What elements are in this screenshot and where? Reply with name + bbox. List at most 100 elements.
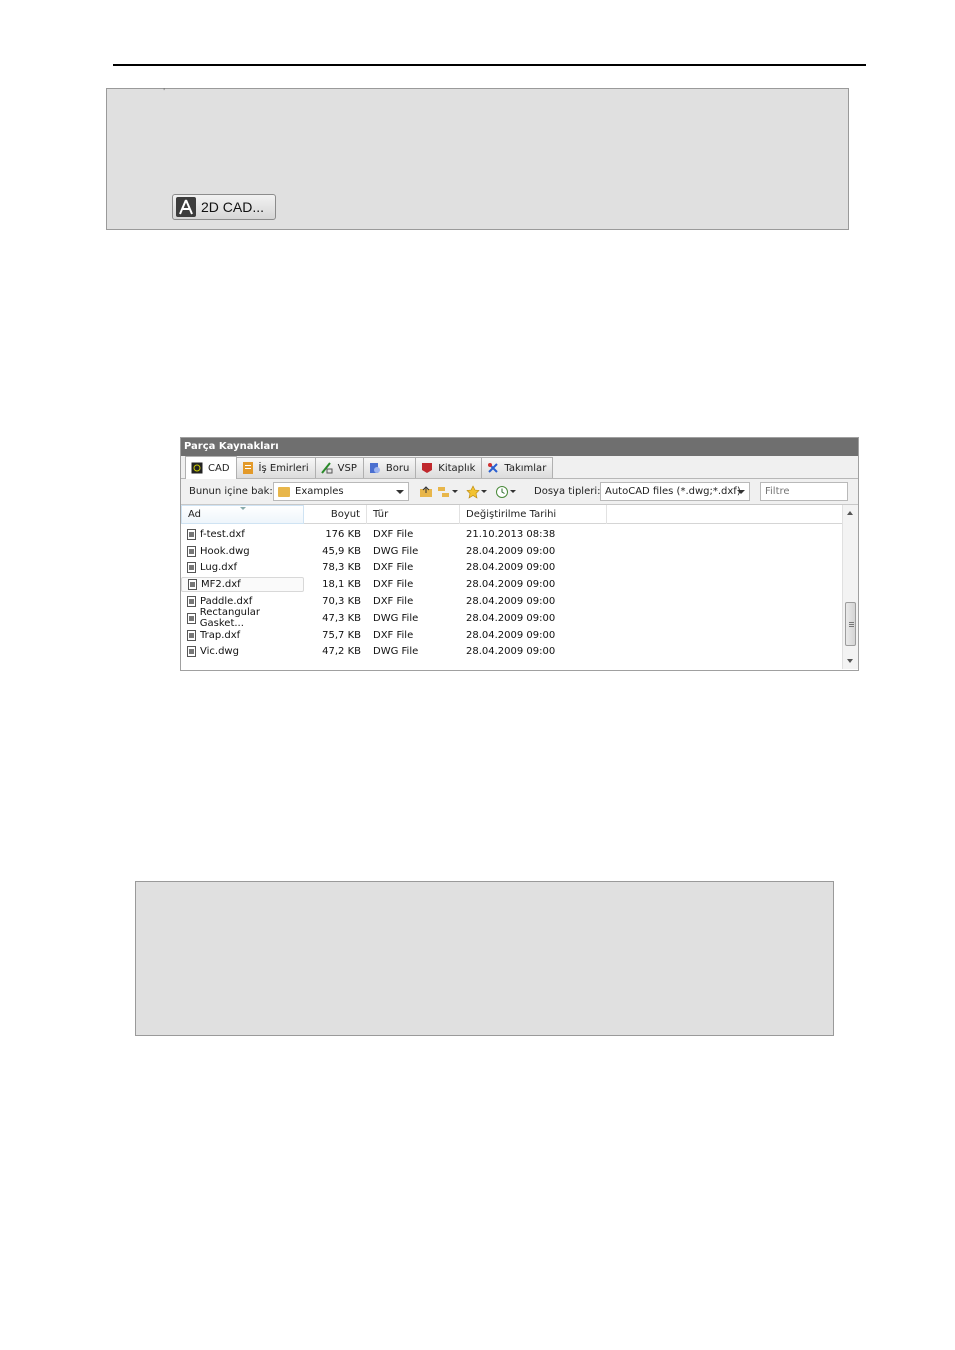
part-sources-panel: Parça Kaynakları CAD İş Emirleri VSP Bor… (180, 437, 859, 671)
file-icon (187, 545, 196, 557)
chevron-down-icon[interactable] (452, 490, 458, 493)
column-header-date[interactable]: Değiştirilme Tarihi (460, 505, 607, 524)
file-type: DWG File (373, 612, 419, 624)
2d-cad-button-label: 2D CAD... (201, 199, 265, 215)
table-row[interactable]: Lug.dxf 78,3 KB DXF File 28.04.2009 09:0… (181, 560, 842, 577)
table-row[interactable]: MF2.dxf 18,1 KB DXF File 28.04.2009 09:0… (181, 576, 842, 593)
file-size: 47,2 KB (322, 646, 361, 658)
tab-cad[interactable]: CAD (185, 456, 237, 479)
file-type: DXF File (373, 528, 414, 540)
file-size: 70,3 KB (322, 596, 361, 608)
tab-label: Boru (385, 462, 410, 474)
chevron-down-icon (396, 490, 404, 494)
tab-label: CAD (208, 462, 230, 474)
history-clock-icon[interactable] (495, 485, 509, 499)
column-header-type[interactable]: Tür (367, 505, 460, 524)
file-type: DXF File (373, 629, 414, 641)
vertical-scrollbar[interactable] (842, 505, 858, 669)
look-in-label: Bunun içine bak: (189, 486, 273, 497)
file-name: Paddle.dxf (200, 596, 253, 608)
file-size: 18,1 KB (322, 579, 361, 591)
file-icon (187, 612, 196, 624)
screenshot-frame-top: ' 2D CAD... (106, 87, 849, 230)
file-size: 176 KB (325, 528, 361, 540)
header-rule (113, 64, 866, 66)
file-types-combo[interactable]: AutoCAD files (*.dwg;*.dxf) (600, 482, 750, 501)
tools-icon (487, 462, 499, 474)
favorites-star-icon[interactable] (466, 484, 480, 499)
tab-tools[interactable]: Takımlar (481, 457, 554, 478)
file-size: 47,3 KB (322, 612, 361, 624)
2d-cad-button[interactable]: 2D CAD... (172, 194, 276, 220)
chevron-down-icon[interactable] (510, 490, 516, 493)
file-name: Trap.dxf (200, 629, 241, 641)
tab-vsp[interactable]: VSP (314, 457, 364, 478)
view-menu-icon[interactable] (437, 485, 451, 499)
file-name: Lug.dxf (200, 562, 238, 574)
file-icon (187, 562, 196, 574)
folder-up-icon[interactable] (419, 485, 433, 499)
grip-icon (849, 622, 854, 623)
scroll-thumb[interactable] (845, 602, 856, 646)
tab-pipe[interactable]: Boru (362, 457, 417, 478)
file-icon (187, 646, 196, 658)
library-icon (421, 462, 433, 474)
file-size: 75,7 KB (322, 629, 361, 641)
file-name: MF2.dxf (201, 579, 241, 591)
file-size: 78,3 KB (322, 562, 361, 574)
tab-library[interactable]: Kitaplık (415, 457, 483, 478)
look-in-combo[interactable]: Examples (273, 482, 409, 501)
file-name: Rectangular Gasket... (199, 607, 261, 630)
chevron-down-icon[interactable] (481, 490, 487, 493)
tab-label: İş Emirleri (258, 462, 309, 474)
file-rows: f-test.dxf 176 KB DXF File 21.10.2013 08… (181, 526, 842, 660)
toolbar: Bunun içine bak: Examples Dosya tipleri:… (181, 479, 858, 505)
file-name: Hook.dwg (200, 545, 250, 557)
file-type: DWG File (373, 646, 419, 658)
list-header: Ad Boyut Tür Değiştirilme Tarihi (181, 505, 858, 524)
file-icon (188, 579, 197, 591)
file-icon (187, 629, 196, 641)
file-types-label: Dosya tipleri: (534, 486, 600, 497)
pipe-icon (369, 462, 381, 474)
stray-mark: ' (163, 87, 166, 96)
file-type: DXF File (373, 562, 414, 574)
panel-title: Parça Kaynakları (181, 438, 858, 456)
chevron-down-icon (737, 490, 745, 494)
scroll-down-icon[interactable] (847, 659, 853, 663)
table-row[interactable]: Vic.dwg 47,2 KB DWG File 28.04.2009 09:0… (181, 644, 842, 661)
file-types-value: AutoCAD files (*.dwg;*.dxf) (605, 486, 741, 497)
file-date: 28.04.2009 09:00 (466, 562, 556, 574)
file-date: 28.04.2009 09:00 (466, 629, 556, 641)
look-in-value: Examples (295, 486, 344, 497)
column-header-name[interactable]: Ad (181, 505, 304, 524)
cad-icon (191, 462, 203, 474)
file-date: 28.04.2009 09:00 (466, 596, 556, 608)
table-row[interactable]: Trap.dxf 75,7 KB DXF File 28.04.2009 09:… (181, 627, 842, 644)
file-date: 28.04.2009 09:00 (466, 579, 556, 591)
file-type: DXF File (373, 596, 414, 608)
file-date: 28.04.2009 09:00 (466, 545, 556, 557)
filter-input[interactable] (760, 482, 848, 501)
file-icon (187, 528, 196, 540)
sort-indicator-icon (240, 507, 246, 510)
table-row[interactable]: Hook.dwg 45,9 KB DWG File 28.04.2009 09:… (181, 543, 842, 560)
vsp-icon (320, 462, 333, 474)
tab-label: Takımlar (504, 462, 547, 474)
work-order-icon (242, 462, 254, 474)
file-date: 21.10.2013 08:38 (466, 528, 556, 540)
table-row[interactable]: Rectangular Gasket... 47,3 KB DWG File 2… (181, 607, 842, 630)
cad-drafting-icon (176, 197, 196, 217)
tab-label: Kitaplık (438, 462, 476, 474)
file-type: DXF File (373, 579, 414, 591)
table-row[interactable]: f-test.dxf 176 KB DXF File 21.10.2013 08… (181, 526, 842, 543)
file-date: 28.04.2009 09:00 (466, 646, 556, 658)
folder-icon (278, 486, 290, 497)
file-type: DWG File (373, 545, 419, 557)
tab-work-orders[interactable]: İş Emirleri (235, 457, 316, 478)
tab-label: VSP (337, 462, 357, 474)
file-icon (187, 596, 196, 608)
screenshot-frame-bottom (135, 881, 834, 1036)
column-header-size[interactable]: Boyut (304, 505, 367, 524)
scroll-up-icon[interactable] (847, 511, 853, 515)
